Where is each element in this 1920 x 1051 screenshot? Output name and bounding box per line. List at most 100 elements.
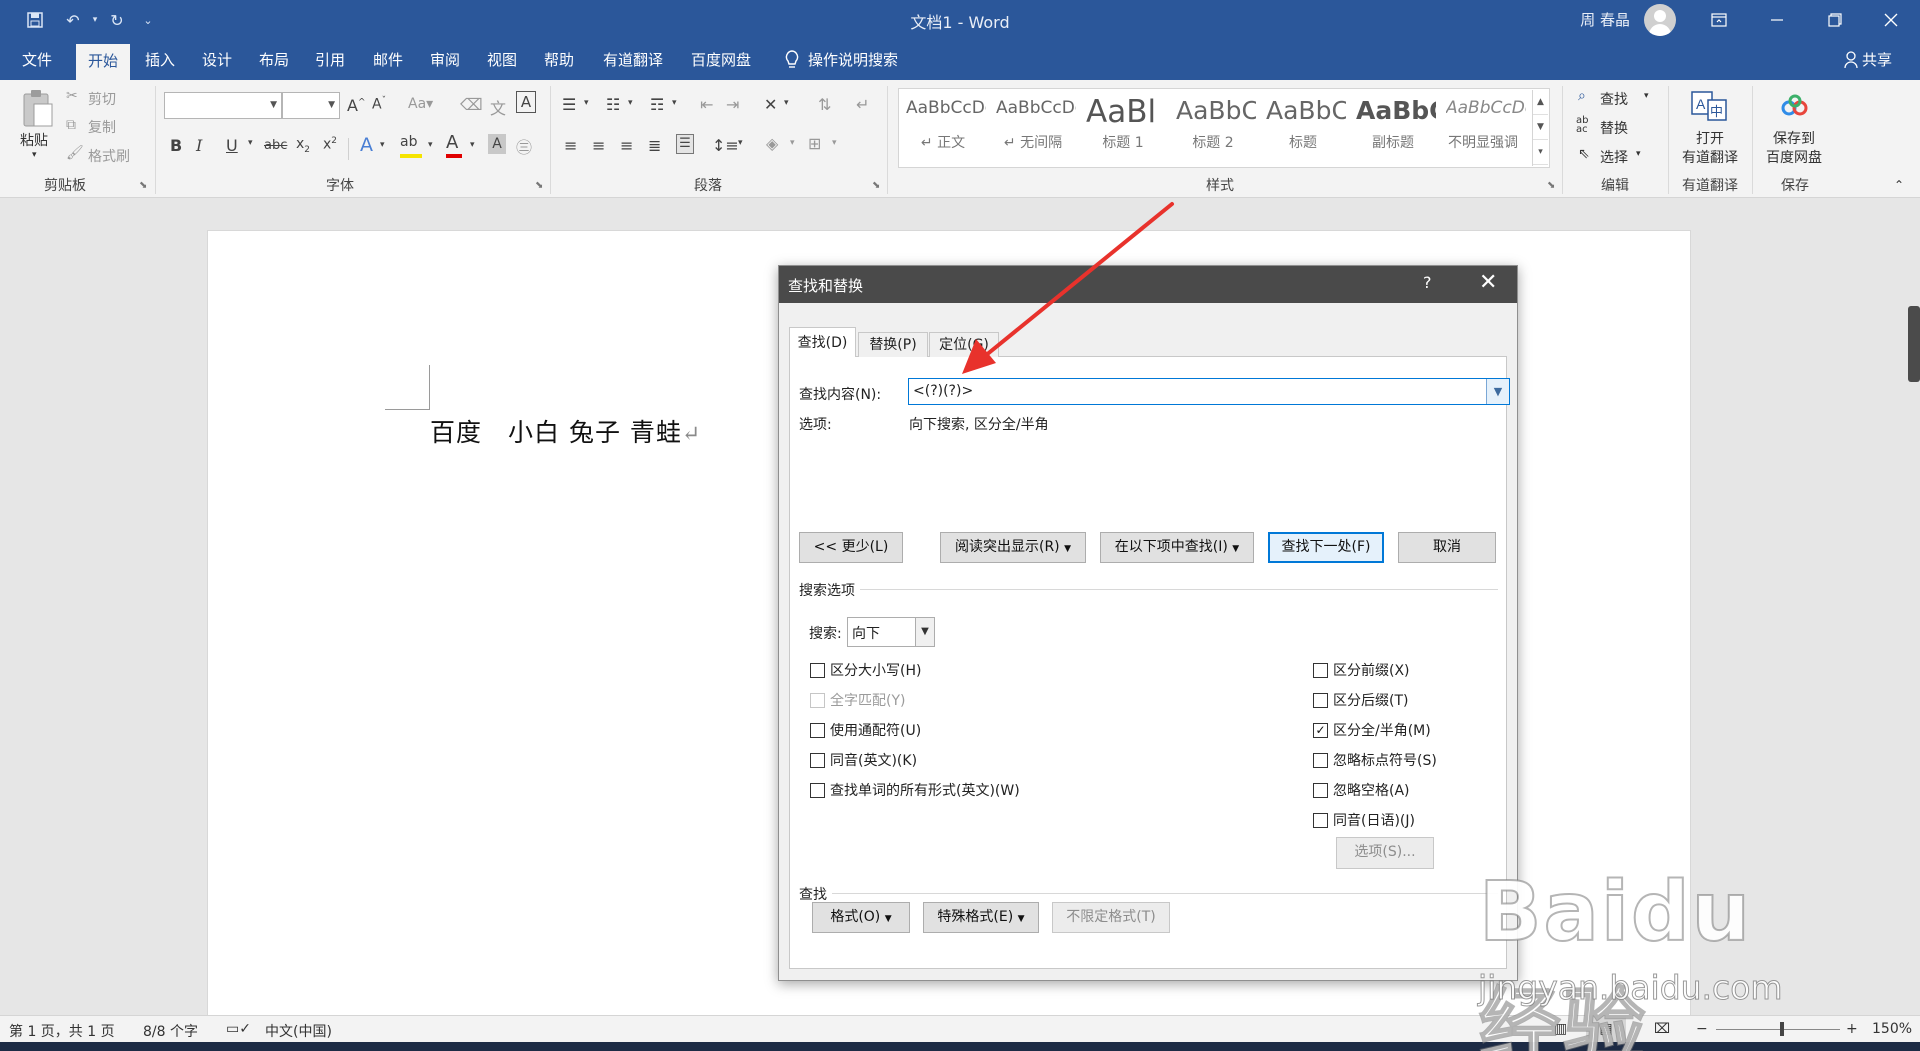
paste-button[interactable]: 粘贴 bbox=[20, 130, 48, 150]
style-subtitle[interactable]: AaBbC 副标题 bbox=[1352, 90, 1436, 152]
clipboard-launcher-icon[interactable]: ⬊ bbox=[139, 180, 147, 191]
format-button[interactable]: 格式(O) ▼ bbox=[812, 902, 910, 933]
bullets-icon[interactable]: ☰ bbox=[562, 95, 576, 114]
clear-formatting-icon[interactable]: ⌫ bbox=[460, 95, 483, 114]
checkbox-box[interactable] bbox=[1313, 692, 1328, 708]
tab-file[interactable]: 文件 bbox=[12, 40, 62, 80]
tab-find[interactable]: 查找(D) bbox=[789, 327, 856, 358]
styles-launcher-icon[interactable]: ⬊ bbox=[1547, 180, 1555, 191]
italic-icon[interactable]: I bbox=[196, 136, 202, 155]
word-count[interactable]: 8/8 个字 bbox=[143, 1021, 198, 1041]
chevron-up-icon[interactable]: ▲ bbox=[1533, 90, 1548, 115]
numbering-dropdown-icon[interactable]: ▾ bbox=[628, 98, 633, 108]
style-no-spacing[interactable]: AaBbCcDc ↵ 无间隔 bbox=[992, 90, 1076, 152]
share-button[interactable]: 共享 bbox=[1862, 40, 1900, 80]
style-normal[interactable]: AaBbCcDc ↵ 正文 bbox=[902, 90, 986, 152]
tab-help[interactable]: 帮助 bbox=[534, 40, 584, 80]
save-to-baidu-pan-button[interactable]: 保存到 百度网盘 bbox=[1762, 130, 1826, 168]
find-dropdown-icon[interactable]: ▾ bbox=[1644, 91, 1649, 101]
font-color-dropdown-icon[interactable]: ▾ bbox=[470, 140, 475, 150]
checkbox-box[interactable] bbox=[1313, 752, 1328, 768]
copy-button[interactable]: 复制 bbox=[88, 117, 116, 137]
scrollbar-thumb[interactable] bbox=[1908, 306, 1920, 382]
replace-button[interactable]: 替换 bbox=[1600, 118, 1628, 138]
search-icon[interactable]: ⌕ bbox=[1578, 88, 1586, 104]
select-cursor-icon[interactable]: ⇖ bbox=[1578, 146, 1590, 162]
language[interactable]: 中文(中国) bbox=[265, 1021, 332, 1041]
shading-icon[interactable]: ◈ bbox=[766, 134, 778, 153]
tab-view[interactable]: 视图 bbox=[477, 40, 527, 80]
enclose-characters-icon[interactable]: ㊂ bbox=[516, 134, 532, 158]
chevron-down-icon[interactable]: ▼ bbox=[1486, 379, 1509, 404]
underline-dropdown-icon[interactable]: ▾ bbox=[248, 138, 253, 148]
justify-icon[interactable]: ≣ bbox=[648, 136, 661, 155]
text-effects-dropdown-icon[interactable]: ▾ bbox=[380, 140, 385, 150]
tab-goto[interactable]: 定位(G) bbox=[929, 332, 999, 357]
line-spacing-icon[interactable]: ↕≡ bbox=[712, 136, 739, 155]
multilevel-list-icon[interactable]: ☶ bbox=[650, 95, 664, 114]
highlight-icon[interactable]: ab bbox=[400, 134, 422, 158]
checkbox-box[interactable] bbox=[810, 662, 825, 678]
avatar[interactable] bbox=[1644, 4, 1676, 36]
character-border-icon[interactable]: A bbox=[516, 91, 536, 113]
style-heading-2[interactable]: AaBbC 标题 2 bbox=[1172, 90, 1256, 152]
font-size-combo[interactable]: ▼ bbox=[282, 92, 340, 119]
align-right-icon[interactable]: ≡ bbox=[620, 136, 633, 155]
tab-baidu-pan[interactable]: 百度网盘 bbox=[682, 40, 760, 80]
line-spacing-dropdown-icon[interactable]: ▾ bbox=[738, 138, 743, 148]
page-count[interactable]: 第 1 页，共 1 页 bbox=[9, 1021, 115, 1041]
document-paragraph[interactable]: 百度 小白 兔子 青蛙 bbox=[430, 418, 682, 447]
chinese-layout-icon[interactable]: ✕ bbox=[764, 95, 777, 114]
shrink-font-icon[interactable]: Aˇ bbox=[372, 96, 386, 113]
tab-design[interactable]: 设计 bbox=[192, 40, 242, 80]
match-case-checkbox[interactable]: 区分大小写(H) bbox=[810, 660, 921, 680]
decrease-indent-icon[interactable]: ⇤ bbox=[700, 95, 713, 114]
styles-gallery-scroll[interactable]: ▲ ▼ ▾ bbox=[1532, 90, 1548, 166]
help-button[interactable]: ? bbox=[1423, 273, 1432, 292]
cancel-button[interactable]: 取消 bbox=[1398, 532, 1496, 563]
checkbox-box[interactable] bbox=[810, 782, 825, 798]
tab-layout[interactable]: 布局 bbox=[250, 40, 298, 80]
checkmark-icon[interactable]: ✓ bbox=[1313, 722, 1328, 738]
text-effects-icon[interactable]: A bbox=[360, 134, 373, 156]
chinese-layout-dropdown-icon[interactable]: ▾ bbox=[784, 98, 789, 108]
tab-mailings[interactable]: 邮件 bbox=[364, 40, 412, 80]
align-left-icon[interactable]: ≡ bbox=[564, 136, 577, 155]
bold-icon[interactable]: B bbox=[170, 136, 182, 155]
checkbox-box[interactable] bbox=[1313, 662, 1328, 678]
match-prefix-checkbox[interactable]: 区分前缀(X) bbox=[1313, 660, 1410, 680]
font-launcher-icon[interactable]: ⬊ bbox=[535, 180, 543, 191]
baidu-pan-icon[interactable] bbox=[1778, 94, 1812, 124]
find-in-button[interactable]: 在以下项中查找(I) ▼ bbox=[1100, 532, 1254, 563]
document-text[interactable]: 百度 小白 兔子 青蛙↵ bbox=[430, 413, 701, 449]
no-formatting-button[interactable]: 不限定格式(T) bbox=[1052, 902, 1170, 933]
ignore-punctuation-checkbox[interactable]: 忽略标点符号(S) bbox=[1313, 750, 1437, 770]
font-name-combo[interactable]: ▼ bbox=[164, 92, 282, 119]
match-suffix-checkbox[interactable]: 区分后缀(T) bbox=[1313, 690, 1408, 710]
superscript-icon[interactable]: x2 bbox=[323, 136, 337, 153]
checkbox-box[interactable] bbox=[1313, 782, 1328, 798]
chevron-down-icon[interactable]: ▼ bbox=[1533, 115, 1548, 140]
shading-dropdown-icon[interactable]: ▾ bbox=[790, 138, 795, 148]
paste-icon[interactable] bbox=[18, 88, 58, 136]
youdao-translate-icon[interactable]: A中 bbox=[1690, 90, 1730, 124]
checkbox-box[interactable] bbox=[810, 722, 825, 738]
find-what-input[interactable]: <(?)(?)> bbox=[908, 378, 1510, 405]
format-painter-button[interactable]: 格式刷 bbox=[88, 146, 130, 166]
close-icon[interactable] bbox=[1862, 0, 1920, 40]
ignore-whitespace-checkbox[interactable]: 忽略空格(A) bbox=[1313, 780, 1410, 800]
paragraph-launcher-icon[interactable]: ⬊ bbox=[872, 180, 880, 191]
all-word-forms-checkbox[interactable]: 查找单词的所有形式(英文)(W) bbox=[810, 780, 1020, 800]
find-next-button[interactable]: 查找下一处(F) bbox=[1268, 532, 1384, 563]
select-button[interactable]: 选择 bbox=[1600, 147, 1628, 167]
use-wildcards-checkbox[interactable]: 使用通配符(U) bbox=[810, 720, 921, 740]
style-heading-1[interactable]: AaBl 标题 1 bbox=[1082, 90, 1164, 152]
phonetic-guide-icon[interactable]: 文 bbox=[490, 95, 506, 119]
tab-references[interactable]: 引用 bbox=[306, 40, 354, 80]
match-width-checkbox[interactable]: ✓ 区分全/半角(M) bbox=[1313, 720, 1431, 740]
underline-icon[interactable]: U bbox=[226, 136, 238, 155]
minimize-icon[interactable] bbox=[1748, 0, 1806, 40]
select-dropdown-icon[interactable]: ▾ bbox=[1636, 149, 1641, 159]
increase-indent-icon[interactable]: ⇥ bbox=[726, 95, 739, 114]
align-center-icon[interactable]: ≡ bbox=[592, 136, 605, 155]
